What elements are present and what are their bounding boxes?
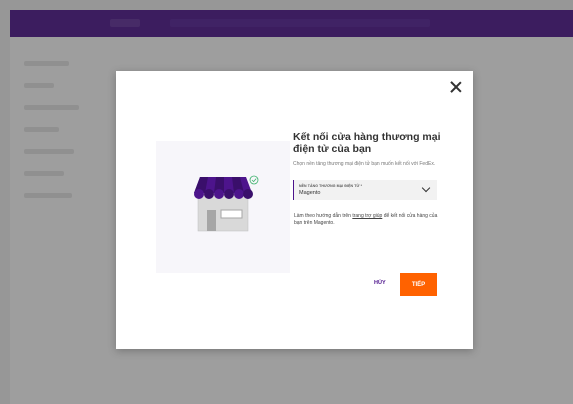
dialog-title: Kết nối cửa hàng thương mại điện tử của … bbox=[293, 131, 441, 155]
platform-select[interactable]: NỀN TẢNG THƯƠNG MẠI ĐIỆN TỬ * Magento bbox=[293, 180, 437, 200]
help-page-link[interactable]: trang trợ giúp bbox=[352, 213, 382, 219]
chevron-down-icon bbox=[421, 183, 431, 193]
store-icon bbox=[194, 175, 259, 232]
next-button[interactable]: TIẾP bbox=[400, 273, 437, 296]
help-text: Làm theo hướng dẫn trên trang trợ giúp đ… bbox=[294, 213, 439, 227]
skip-button[interactable]: HỦY bbox=[374, 280, 386, 286]
platform-select-value: Magento bbox=[299, 190, 321, 196]
platform-select-label: NỀN TẢNG THƯƠNG MẠI ĐIỆN TỬ * bbox=[299, 184, 363, 188]
next-button-label: TIẾP bbox=[411, 281, 426, 288]
check-circle-icon bbox=[249, 175, 259, 185]
store-illustration bbox=[156, 141, 290, 273]
connect-store-dialog: Kết nối cửa hàng thương mại điện tử của … bbox=[116, 71, 473, 349]
help-text-prefix: Làm theo hướng dẫn trên bbox=[294, 213, 353, 219]
dialog-description: Chọn nền tảng thương mại điện tử bạn muố… bbox=[293, 161, 436, 167]
close-icon[interactable] bbox=[449, 80, 463, 94]
